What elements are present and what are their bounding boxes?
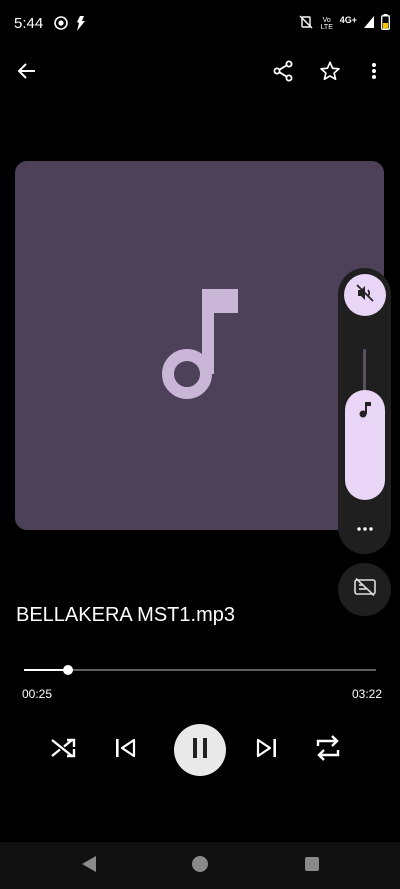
live-caption-button[interactable] bbox=[338, 563, 391, 616]
nav-home-icon bbox=[191, 855, 209, 878]
nav-back-icon bbox=[81, 855, 97, 878]
seek-bar-thumb[interactable] bbox=[62, 665, 73, 675]
volume-slider[interactable] bbox=[345, 390, 385, 500]
next-button[interactable] bbox=[246, 730, 286, 770]
shuffle-button[interactable] bbox=[44, 730, 84, 770]
more-vert-icon bbox=[371, 62, 377, 85]
network-type: 4G+ bbox=[339, 15, 357, 25]
app-notification-icon bbox=[74, 14, 88, 37]
skip-next-icon bbox=[254, 737, 278, 764]
mute-button[interactable] bbox=[344, 274, 386, 316]
seek-bar-progress bbox=[24, 669, 68, 671]
more-options-button[interactable] bbox=[354, 53, 394, 93]
share-button[interactable] bbox=[263, 53, 303, 93]
volume-slider-track[interactable] bbox=[363, 349, 366, 394]
status-bar: 5:44 Vo LTE 4G+ bbox=[0, 0, 400, 48]
previous-button[interactable] bbox=[106, 730, 146, 770]
music-note-icon bbox=[359, 402, 371, 423]
share-icon bbox=[272, 60, 294, 87]
music-note-icon bbox=[162, 289, 238, 408]
seek-bar[interactable] bbox=[24, 669, 376, 671]
volume-more-button[interactable] bbox=[350, 516, 380, 538]
shuffle-icon bbox=[50, 736, 78, 765]
nav-home-button[interactable] bbox=[185, 852, 215, 880]
total-time: 03:22 bbox=[351, 687, 382, 701]
vibrate-off-icon bbox=[298, 14, 314, 35]
volte-label: Vo LTE bbox=[320, 17, 333, 31]
status-icons: Vo LTE 4G+ bbox=[298, 13, 390, 35]
favorite-button[interactable] bbox=[310, 53, 350, 93]
captions-off-icon bbox=[353, 577, 376, 601]
skip-previous-icon bbox=[114, 737, 138, 764]
repeat-icon bbox=[314, 734, 342, 767]
album-art bbox=[15, 161, 384, 530]
screen-record-icon bbox=[52, 14, 70, 37]
nav-recents-icon bbox=[304, 856, 320, 877]
nav-back-button[interactable] bbox=[74, 852, 104, 880]
back-button[interactable] bbox=[7, 53, 47, 93]
nav-recents-button[interactable] bbox=[297, 852, 327, 880]
pause-icon bbox=[191, 737, 209, 764]
star-outline-icon bbox=[319, 60, 341, 87]
track-title: BELLAKERA MST1.mp3 bbox=[16, 604, 235, 626]
repeat-button[interactable] bbox=[308, 730, 348, 770]
status-time: 5:44 bbox=[14, 15, 44, 32]
signal-icon bbox=[363, 15, 375, 34]
elapsed-time: 00:25 bbox=[22, 687, 53, 701]
battery-icon bbox=[381, 13, 390, 35]
arrow-left-icon bbox=[17, 61, 37, 86]
play-pause-button[interactable] bbox=[174, 724, 226, 776]
more-horiz-icon bbox=[357, 518, 373, 536]
volume-off-icon bbox=[355, 283, 375, 308]
